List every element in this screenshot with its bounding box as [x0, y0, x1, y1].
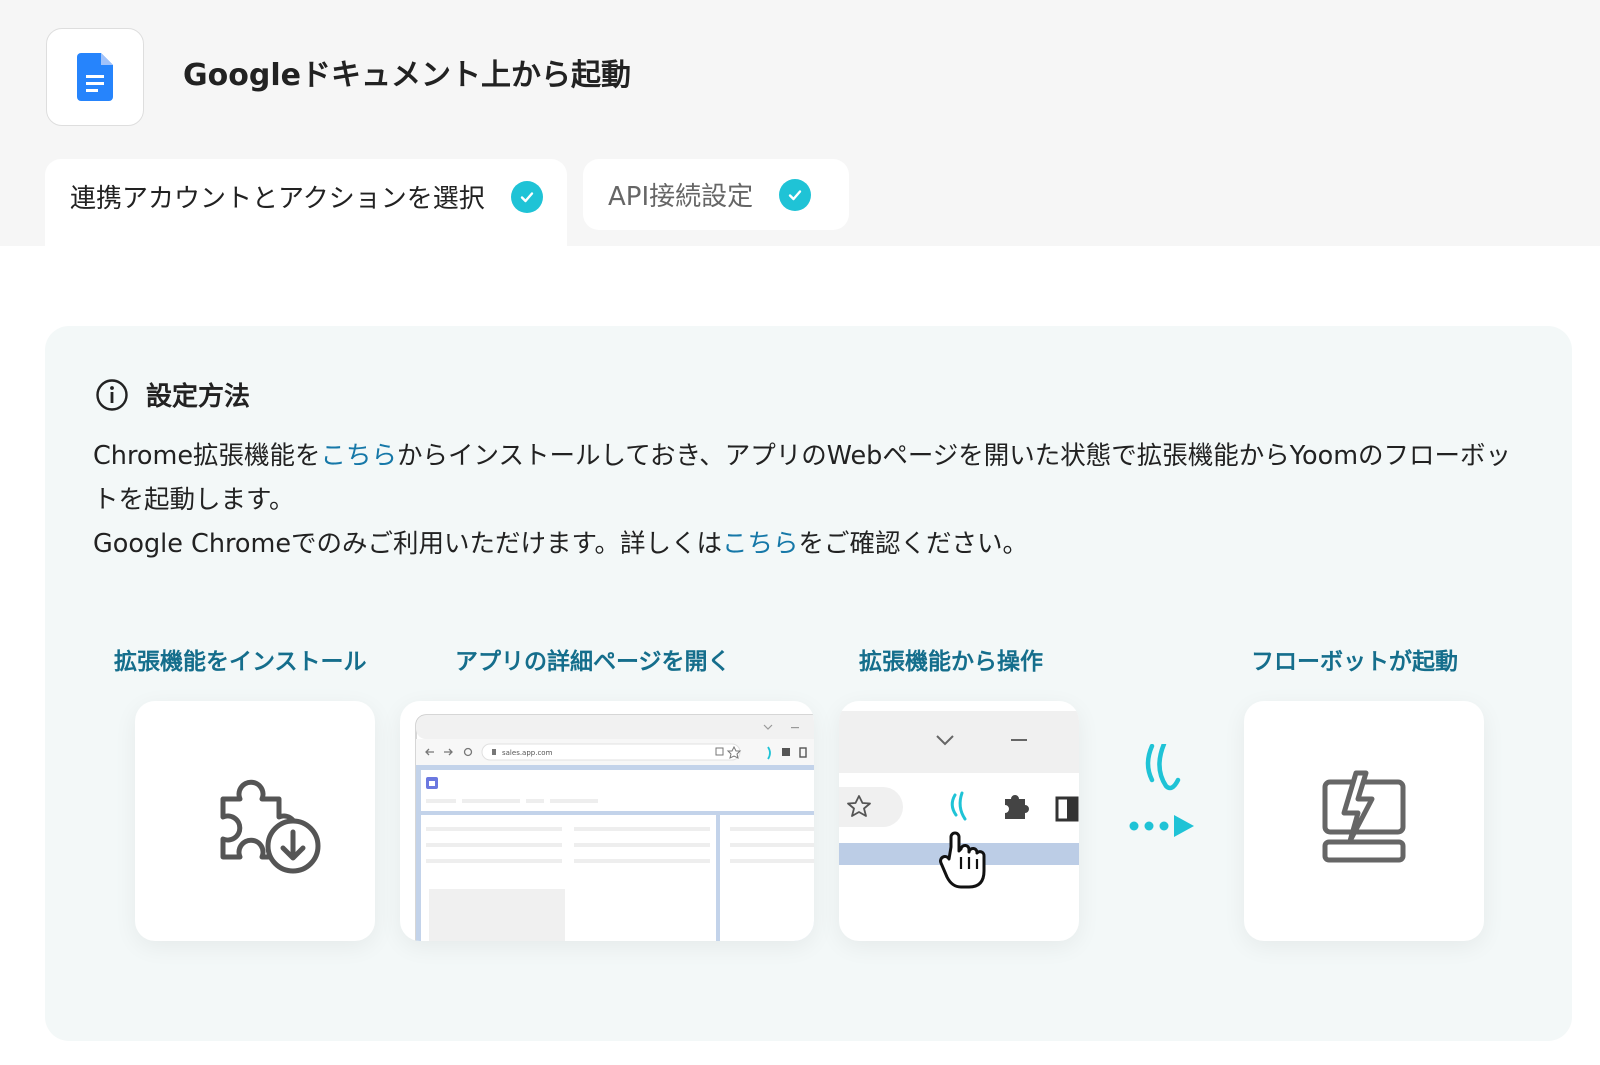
info-header: 設定方法: [95, 376, 250, 413]
desc-text: Chrome拡張機能を: [93, 441, 321, 471]
tab-label: 連携アカウントとアクションを選択: [70, 184, 485, 214]
info-icon: [96, 378, 128, 411]
browser-window-illustration: sales.app.com: [415, 714, 814, 941]
browser-toolbar-illustration: [839, 711, 1079, 889]
check-icon: [510, 180, 543, 213]
google-docs-icon: [77, 53, 113, 101]
yoom-arrow-icon: [1129, 741, 1194, 837]
desc-text: Google Chromeでのみご利用いただけます。詳しくは: [93, 529, 722, 559]
url-text: sales.app.com: [502, 749, 553, 757]
extension-install-link[interactable]: こちら: [321, 441, 398, 471]
app-icon-container: [46, 28, 144, 126]
check-icon: [779, 178, 812, 211]
tab-label: API接続設定: [608, 182, 754, 212]
flow-arrow: [1124, 741, 1200, 840]
step-label-operate: 拡張機能から操作: [859, 649, 1043, 675]
tab-account-action[interactable]: 連携アカウントとアクションを選択: [45, 159, 567, 246]
step-card-operate: [839, 701, 1079, 941]
page-title: Googleドキュメント上から起動: [183, 58, 631, 93]
step-label-open-page: アプリの詳細ページを開く: [455, 649, 731, 675]
info-description: Chrome拡張機能をこちらからインストールしておき、アプリのWebページを開い…: [93, 434, 1533, 566]
step-card-launch: [1244, 701, 1484, 941]
tab-api-settings[interactable]: API接続設定: [583, 159, 849, 230]
step-label-install: 拡張機能をインストール: [114, 649, 367, 675]
step-card-install: [135, 701, 375, 941]
details-link[interactable]: こちら: [722, 529, 799, 559]
step-label-launch: フローボットが起動: [1251, 649, 1458, 675]
step-card-open-page: sales.app.com: [400, 701, 814, 941]
info-title: 設定方法: [146, 382, 251, 412]
puzzle-download-icon: [220, 779, 321, 874]
desc-text: をご確認ください。: [798, 529, 1029, 559]
flowbot-lightning-icon: [1322, 770, 1406, 863]
